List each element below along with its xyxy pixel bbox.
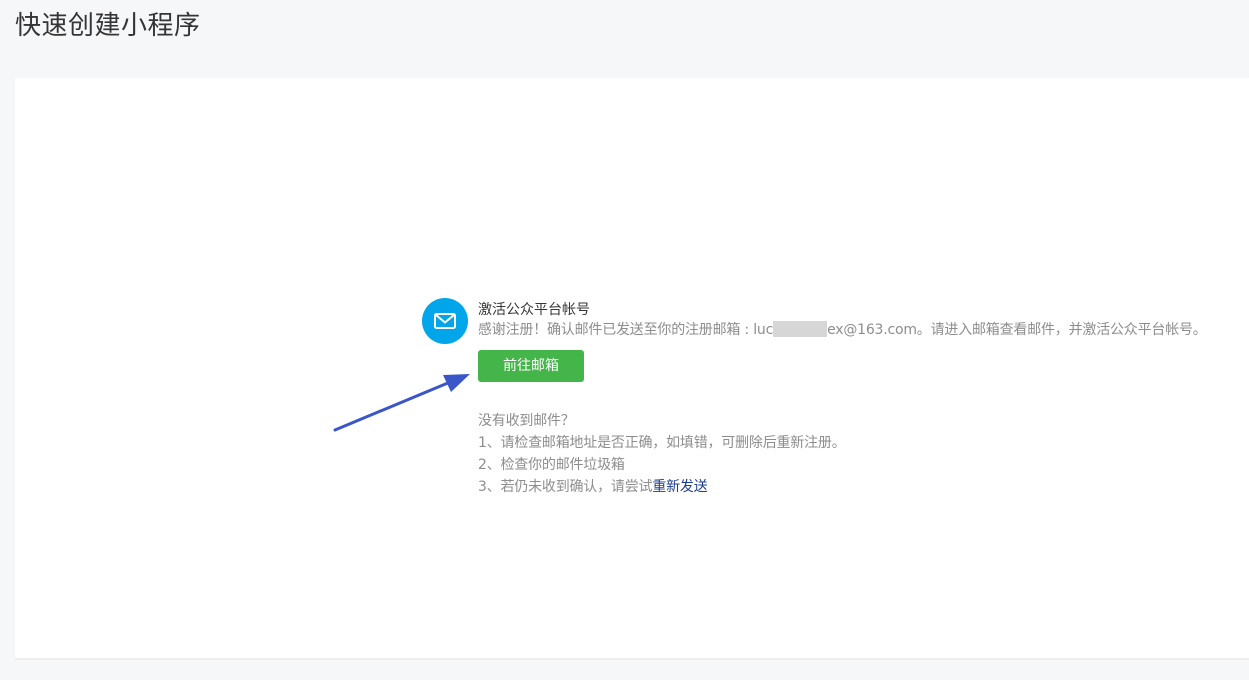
goto-mailbox-button[interactable]: 前往邮箱 [478, 350, 584, 382]
help-title: 没有收到邮件？ [478, 413, 575, 429]
help-section: 没有收到邮件？ 1、请检查邮箱地址是否正确，如填错，可删除后重新注册。 2、检查… [478, 410, 846, 498]
help-item-3-text: 3、若仍未收到确认，请尝试 [478, 479, 653, 495]
mail-icon [422, 298, 468, 344]
main-panel: 激活公众平台帐号 感谢注册！确认邮件已发送至你的注册邮箱 : luc ex@163… [15, 78, 1249, 658]
panel-bottom-edge [15, 658, 1249, 660]
description-prefix: 感谢注册！确认邮件已发送至你的注册邮箱 : luc [478, 322, 774, 338]
email-redaction [773, 321, 828, 337]
help-item-2: 2、检查你的邮件垃圾箱 [478, 457, 625, 473]
arrow-icon [333, 374, 470, 432]
page-title: 快速创建小程序 [15, 11, 201, 41]
help-item-1: 1、请检查邮箱地址是否正确，如填错，可删除后重新注册。 [478, 435, 846, 451]
resend-link[interactable]: 重新发送 [652, 479, 707, 495]
envelope-glyph [434, 313, 456, 329]
activation-heading: 激活公众平台帐号 [478, 302, 590, 318]
activation-content: 激活公众平台帐号 感谢注册！确认邮件已发送至你的注册邮箱 : luc ex@163… [478, 300, 1238, 495]
help-item-3: 3、若仍未收到确认，请尝试重新发送 [478, 476, 846, 498]
activation-description: 感谢注册！确认邮件已发送至你的注册邮箱 : luc ex@163.com。请进入邮… [478, 320, 1238, 340]
description-suffix: ex@163.com。请进入邮箱查看邮件，并激活公众平台帐号。 [827, 322, 1207, 338]
